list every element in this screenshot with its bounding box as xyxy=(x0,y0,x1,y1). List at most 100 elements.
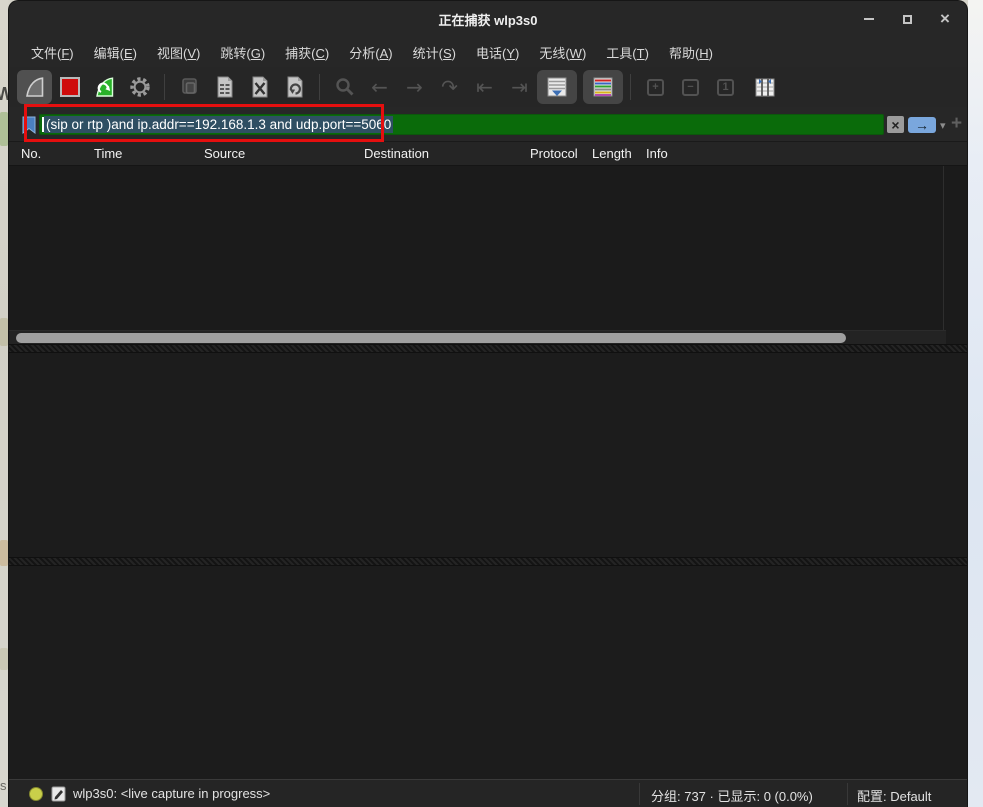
menu-edit[interactable]: 编辑(E) xyxy=(84,40,147,65)
menu-statistics[interactable]: 统计(S) xyxy=(403,40,466,65)
find-packet-button[interactable] xyxy=(327,70,362,104)
go-back-button[interactable]: ← xyxy=(362,70,397,104)
minimize-icon xyxy=(864,18,874,20)
menu-bar: 文件(F) 编辑(E) 视图(V) 跳转(G) 捕获(C) 分析(A) 统计(S… xyxy=(9,37,967,67)
go-to-packet-button[interactable]: ↷ xyxy=(432,70,467,104)
wireshark-window: 正在捕获 wlp3s0 × 文件(F) 编辑(E) 视图(V) 跳转(G) 捕获… xyxy=(8,0,968,807)
background-text-fragment: s xyxy=(0,778,7,793)
colorize-button[interactable] xyxy=(583,70,623,104)
menu-telephony[interactable]: 电话(Y) xyxy=(466,40,529,65)
filter-dropdown-button[interactable]: ▾ xyxy=(940,119,946,132)
column-header-time[interactable]: Time xyxy=(82,146,192,161)
search-icon xyxy=(334,76,356,98)
menu-view[interactable]: 视图(V) xyxy=(147,40,210,65)
pane-splitter[interactable] xyxy=(9,557,967,566)
background-artifact xyxy=(0,648,8,670)
zoom-out-button[interactable]: − xyxy=(673,70,708,104)
clear-filter-button[interactable]: × xyxy=(887,116,904,133)
last-packet-icon: ⇥ xyxy=(511,77,528,97)
stop-icon xyxy=(60,77,80,97)
auto-scroll-button[interactable] xyxy=(537,70,577,104)
auto-scroll-icon xyxy=(545,75,569,99)
toolbar-separator xyxy=(630,74,631,100)
resize-columns-button[interactable] xyxy=(747,70,782,104)
open-file-icon xyxy=(178,75,202,99)
maximize-icon xyxy=(903,15,912,24)
go-forward-button[interactable]: → xyxy=(397,70,432,104)
column-header-no[interactable]: No. xyxy=(9,146,82,161)
clear-icon: × xyxy=(891,117,899,133)
window-controls: × xyxy=(861,1,953,37)
save-file-button[interactable] xyxy=(207,70,242,104)
open-file-button[interactable] xyxy=(172,70,207,104)
profile-text[interactable]: 配置: Default xyxy=(857,786,931,805)
horizontal-scrollbar-track[interactable] xyxy=(9,330,946,344)
close-file-icon xyxy=(248,75,272,99)
restart-capture-button[interactable] xyxy=(87,70,122,104)
expert-info-icon[interactable] xyxy=(29,787,43,801)
main-toolbar: ← → ↷ ⇤ ⇥ xyxy=(9,67,967,107)
menu-wireless[interactable]: 无线(W) xyxy=(529,40,596,65)
close-button[interactable]: × xyxy=(937,11,953,27)
capture-comment-icon[interactable] xyxy=(51,786,66,802)
colorize-icon xyxy=(591,75,615,99)
stop-capture-button[interactable] xyxy=(52,70,87,104)
background-artifact xyxy=(0,318,8,346)
filter-bookmark-icon[interactable] xyxy=(21,116,37,134)
column-header-destination[interactable]: Destination xyxy=(352,146,518,161)
add-filter-button[interactable]: + xyxy=(951,113,962,135)
back-arrow-icon: ← xyxy=(371,77,388,97)
toolbar-separator xyxy=(164,74,165,100)
packet-details-pane[interactable] xyxy=(9,353,967,557)
reload-file-button[interactable] xyxy=(277,70,312,104)
horizontal-scrollbar-thumb[interactable] xyxy=(16,333,846,343)
apply-arrow-icon: → xyxy=(915,118,929,132)
zoom-out-icon: − xyxy=(682,79,699,96)
menu-help[interactable]: 帮助(H) xyxy=(659,40,723,65)
resize-columns-icon xyxy=(753,75,777,99)
close-file-button[interactable] xyxy=(242,70,277,104)
capture-options-button[interactable] xyxy=(122,70,157,104)
go-last-packet-button[interactable]: ⇥ xyxy=(502,70,537,104)
menu-tools[interactable]: 工具(T) xyxy=(596,40,659,65)
menu-analyze[interactable]: 分析(A) xyxy=(339,40,402,65)
column-header-info[interactable]: Info xyxy=(634,146,967,161)
capture-status-text: wlp3s0: <live capture in progress> xyxy=(73,786,270,801)
packet-list-pane[interactable] xyxy=(9,166,967,344)
close-icon: × xyxy=(940,11,950,27)
apply-filter-button[interactable]: → xyxy=(908,117,936,133)
maximize-button[interactable] xyxy=(899,11,915,27)
display-filter-input[interactable]: (sip or rtp )and ip.addr==192.168.1.3 an… xyxy=(39,114,884,135)
column-header-protocol[interactable]: Protocol xyxy=(518,146,580,161)
start-capture-button[interactable] xyxy=(17,70,52,104)
zoom-in-button[interactable]: + xyxy=(638,70,673,104)
pane-splitter[interactable] xyxy=(9,344,967,353)
column-header-source[interactable]: Source xyxy=(192,146,352,161)
desktop-background-left: W s xyxy=(0,0,8,807)
goto-arrow-icon: ↷ xyxy=(441,77,458,97)
menu-go[interactable]: 跳转(G) xyxy=(210,40,275,65)
status-separator xyxy=(847,783,848,805)
background-artifact xyxy=(0,112,8,146)
zoom-original-icon: 1 xyxy=(717,79,734,96)
minimize-button[interactable] xyxy=(861,11,877,27)
menu-capture[interactable]: 捕获(C) xyxy=(275,40,339,65)
menu-file[interactable]: 文件(F) xyxy=(21,40,84,65)
window-title: 正在捕获 wlp3s0 xyxy=(439,10,538,29)
status-separator xyxy=(639,783,640,805)
gear-icon xyxy=(128,75,152,99)
toolbar-separator xyxy=(319,74,320,100)
go-first-packet-button[interactable]: ⇤ xyxy=(467,70,502,104)
save-file-icon xyxy=(213,75,237,99)
restart-fin-icon xyxy=(93,75,117,99)
title-bar[interactable]: 正在捕获 wlp3s0 × xyxy=(9,1,967,37)
packet-bytes-pane[interactable] xyxy=(9,566,967,779)
display-filter-bar: (sip or rtp )and ip.addr==192.168.1.3 an… xyxy=(9,107,967,142)
column-header-length[interactable]: Length xyxy=(580,146,634,161)
vertical-scrollbar-gutter xyxy=(943,166,944,330)
desktop-background-right xyxy=(968,0,983,807)
filter-expression-text: (sip or rtp )and ip.addr==192.168.1.3 an… xyxy=(44,116,393,133)
packet-list-header: No. Time Source Destination Protocol Len… xyxy=(9,142,967,166)
zoom-original-button[interactable]: 1 xyxy=(708,70,743,104)
background-artifact xyxy=(0,540,8,566)
